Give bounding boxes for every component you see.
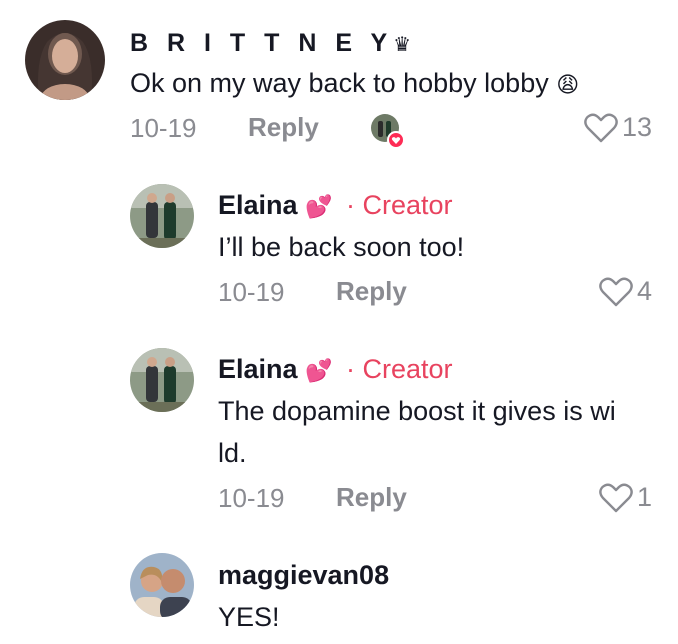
comment-text-content: Ok on my way back to hobby lobby <box>130 68 549 98</box>
avatar[interactable] <box>130 553 194 617</box>
avatar[interactable] <box>25 20 105 100</box>
reply-button[interactable]: Reply <box>336 276 407 307</box>
avatar[interactable] <box>130 184 194 248</box>
like-button[interactable]: 4 <box>599 276 652 307</box>
username-text[interactable]: B R I T T N E Y <box>130 29 393 57</box>
username[interactable]: B R I T T N E Y♛ <box>130 27 411 61</box>
like-count: 1 <box>636 482 652 512</box>
creator-label: · Creator <box>345 354 453 384</box>
weary-face-emoji: 😩 <box>556 72 580 97</box>
comment-text: Ok on my way back to hobby lobby 😩 <box>130 62 579 106</box>
username[interactable]: Elaina 💕 · Creator <box>218 353 453 387</box>
comment-text-line-1: The dopamine boost it gives is wi <box>218 396 616 426</box>
avatar[interactable] <box>130 348 194 412</box>
reply-button[interactable]: Reply <box>248 112 319 143</box>
creator-liked-avatar <box>370 113 405 149</box>
comment-date: 10-19 <box>218 483 285 513</box>
comment-text: YES! <box>218 602 280 632</box>
comment-date: 10-19 <box>218 277 285 307</box>
heart-outline-icon <box>599 483 633 512</box>
reply-button[interactable]: Reply <box>336 482 407 513</box>
username[interactable]: Elaina 💕 · Creator <box>218 189 453 223</box>
two-hearts-emoji: 💕 <box>305 358 333 383</box>
username-text[interactable]: Elaina <box>218 354 298 384</box>
creator-label: · Creator <box>345 190 453 220</box>
username-text[interactable]: Elaina <box>218 190 298 220</box>
heart-outline-icon <box>584 113 618 142</box>
username[interactable]: maggievan08 <box>218 559 389 591</box>
comment-date: 10-19 <box>130 113 197 143</box>
like-button[interactable]: 13 <box>584 112 652 143</box>
comment-text: I’ll be back soon too! <box>218 232 465 262</box>
like-count: 4 <box>636 276 652 306</box>
comment-text-line-2: ld. <box>218 438 247 468</box>
heart-outline-icon <box>599 277 633 306</box>
like-button[interactable]: 1 <box>599 482 652 513</box>
crown-icon: ♛ <box>393 34 412 56</box>
two-hearts-emoji: 💕 <box>305 194 333 219</box>
like-count: 13 <box>621 112 652 142</box>
